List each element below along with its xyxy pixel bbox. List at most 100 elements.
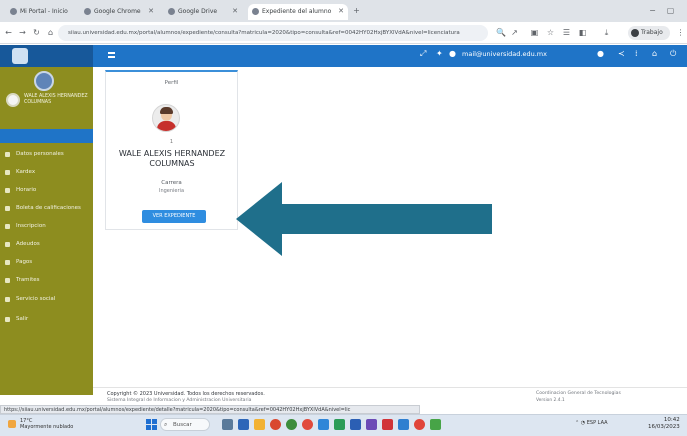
language-indicator[interactable]: ESP LAA — [587, 420, 608, 426]
lock-icon[interactable]: ⌂ — [652, 49, 657, 59]
favicon-icon — [10, 8, 17, 15]
close-tab-icon[interactable]: ✕ — [338, 7, 344, 15]
user-photo-icon — [6, 93, 20, 107]
system-tray[interactable]: ⌃ ◔ ESP LAA — [575, 420, 608, 426]
student-avatar-icon — [152, 104, 180, 132]
chrome-icon[interactable] — [286, 419, 297, 430]
maximize-icon[interactable]: ▢ — [666, 6, 675, 15]
user-circle-icon[interactable]: ● — [597, 49, 604, 59]
close-tab-icon[interactable]: ✕ — [148, 7, 154, 15]
new-tab-icon[interactable]: + — [352, 6, 361, 15]
office-icon[interactable] — [270, 419, 281, 430]
app-header — [0, 45, 687, 67]
share-icon[interactable]: ↗ — [510, 28, 519, 37]
annotation-arrow — [236, 182, 492, 256]
favicon-icon — [252, 8, 259, 15]
home-icon[interactable]: ⌂ — [46, 28, 55, 37]
person-icon — [5, 152, 10, 157]
edge-icon[interactable] — [238, 419, 249, 430]
power-icon[interactable]: ⏻ — [670, 49, 676, 59]
menu-icon[interactable]: ⋮ — [676, 28, 685, 37]
browser-tab[interactable]: Google Chrome ✕ — [80, 4, 158, 20]
taskbar-clock[interactable]: 10:42 16/03/2023 — [648, 417, 680, 431]
sidepanel-icon[interactable]: ◧ — [578, 28, 587, 37]
bell-icon[interactable]: ✦ — [436, 49, 443, 59]
share-icon[interactable]: ≺ — [618, 49, 625, 59]
start-tile — [152, 419, 157, 424]
taskbar-search[interactable]: ⌕ Buscar — [160, 418, 210, 431]
forward-icon[interactable]: → — [18, 28, 27, 37]
address-bar-row: ← → ↻ ⌂ siiau.universidad.edu.mx/portal/… — [0, 22, 687, 44]
sidebar-item-boleta[interactable]: Boleta de calificaciones — [0, 200, 93, 216]
user-icon[interactable]: ● — [449, 49, 456, 59]
grid-icon[interactable]: ⁞ — [635, 49, 638, 59]
search-label: Buscar — [173, 422, 192, 428]
browser-tab[interactable]: Google Drive ✕ — [164, 4, 242, 20]
weather-icon — [8, 420, 16, 428]
user-avatar-icon — [34, 71, 54, 91]
start-tile — [152, 425, 157, 430]
sidebar-item-label: Servicio social — [16, 296, 56, 302]
start-tile — [146, 425, 151, 430]
sidebar-active-indicator — [0, 129, 93, 143]
store-icon[interactable] — [430, 419, 441, 430]
sidebar-item-kardex[interactable]: Kardex — [0, 164, 93, 180]
browser-tab-active[interactable]: Expediente del alumno ✕ — [248, 4, 348, 20]
profile-avatar-icon — [631, 29, 639, 37]
view-record-button[interactable]: VER EXPEDIENTE — [142, 210, 206, 223]
logout-icon — [5, 317, 10, 322]
tab-label: Google Drive — [178, 8, 218, 15]
teams-icon[interactable] — [366, 419, 377, 430]
profile-button[interactable]: Trabajo — [628, 26, 670, 40]
reading-list-icon[interactable]: ☰ — [562, 28, 571, 37]
folder-icon — [5, 278, 10, 283]
powerpoint-icon[interactable] — [382, 419, 393, 430]
windows-start-icon[interactable] — [146, 419, 157, 430]
money-icon — [5, 242, 10, 247]
word-icon[interactable] — [350, 419, 361, 430]
sidebar-item-tramites[interactable]: Tramites — [0, 272, 93, 288]
back-icon[interactable]: ← — [4, 28, 13, 37]
footer-copyright: Copyright © 2023 Universidad. Todos los … — [107, 391, 265, 397]
chrome-icon — [84, 8, 91, 15]
weather-widget[interactable]: 17°C Mayormente nublado — [8, 418, 73, 430]
excel-icon[interactable] — [334, 419, 345, 430]
app-logo[interactable] — [0, 45, 93, 67]
close-tab-icon[interactable]: ✕ — [232, 7, 238, 15]
zoom-icon[interactable]: 🔍 — [496, 28, 506, 37]
url-field[interactable]: siiau.universidad.edu.mx/portal/alumnos/… — [58, 25, 488, 41]
bookmark-icon[interactable]: ☆ — [546, 28, 555, 37]
sidebar-item-horario[interactable]: Horario — [0, 182, 93, 198]
sidebar-item-label: Horario — [16, 187, 37, 193]
download-icon[interactable]: ⤓ — [602, 28, 611, 37]
extensions-icon[interactable]: ▣ — [530, 28, 539, 37]
minimize-icon[interactable]: − — [648, 6, 657, 15]
sidebar-item-datos-personales[interactable]: Datos personales — [0, 146, 93, 162]
browser-tab-strip: Mi Portal - Inicio Google Chrome ✕ Google… — [0, 0, 687, 22]
sidebar-item-adeudos[interactable]: Adeudos — [0, 236, 93, 252]
header-email[interactable]: mail@universidad.edu.mx — [462, 50, 547, 58]
clock-time: 10:42 — [663, 417, 680, 423]
sidebar-item-servicio-social[interactable]: Servicio social — [0, 291, 93, 307]
reload-icon[interactable]: ↻ — [32, 28, 41, 37]
sidebar-item-inscripcion[interactable]: Inscripcion — [0, 218, 93, 234]
expand-icon[interactable]: ⤢ — [420, 49, 426, 59]
start-tile — [146, 419, 151, 424]
outlook-icon[interactable] — [398, 419, 409, 430]
browser-icon[interactable] — [302, 419, 313, 430]
sidebar-item-pagos[interactable]: Pagos — [0, 254, 93, 270]
mail-icon[interactable] — [318, 419, 329, 430]
browser-tab[interactable]: Mi Portal - Inicio — [6, 4, 76, 20]
footer-line2: Sistema Integral de Informacion y Admini… — [107, 398, 252, 403]
document-icon — [5, 206, 10, 211]
app-icon[interactable] — [414, 419, 425, 430]
file-explorer-icon[interactable] — [254, 419, 265, 430]
card-title: Perfil — [164, 80, 179, 86]
taskview-icon[interactable] — [222, 419, 233, 430]
clock-icon — [5, 188, 10, 193]
avatar-hair — [160, 107, 173, 114]
menu-toggle-icon[interactable] — [108, 52, 115, 58]
sidebar-item-salir[interactable]: Salir — [0, 311, 93, 327]
sidebar-user-name: WALE ALEXIS HERNANDEZ COLUMNAS — [24, 94, 88, 105]
sidebar-item-label: Inscripcion — [16, 223, 46, 229]
